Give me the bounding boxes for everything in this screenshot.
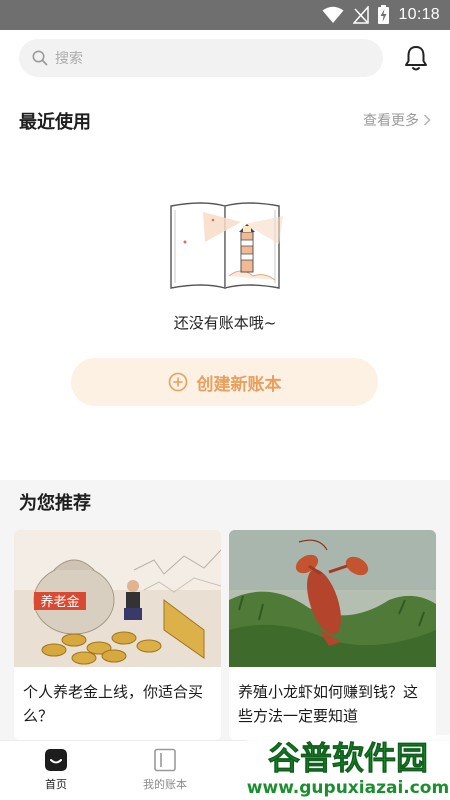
tab-home-label: 首页	[45, 778, 67, 791]
search-placeholder: 搜索	[55, 51, 83, 67]
status-bar: 10:18	[0, 0, 450, 30]
view-more-label: 查看更多	[363, 113, 419, 129]
recommend-title: 为您推荐	[19, 493, 91, 514]
recommend-card[interactable]: 养殖小龙虾如何赚到钱？这些方法一定要知道	[229, 530, 436, 740]
watermark-url: www.gupuxiazai.com	[247, 778, 449, 798]
recent-title: 最近使用	[19, 112, 91, 133]
image-caption-text: 养老金	[40, 594, 79, 610]
pension-coins-image: 养老金	[14, 530, 221, 667]
home-icon	[45, 749, 67, 771]
watermark-logo: 谷普软件园 www.gupuxiazai.com	[246, 735, 450, 800]
no-signal-icon	[353, 5, 370, 24]
tab-my-ledgers-label: 我的账本	[143, 778, 187, 791]
search-input[interactable]: 搜索	[19, 39, 383, 77]
wifi-icon	[322, 6, 344, 23]
create-ledger-label: 创建新账本	[196, 374, 282, 395]
bell-icon[interactable]	[403, 44, 429, 72]
card-caption: 个人养老金上线，你适合买么？	[23, 683, 204, 725]
empty-book-illustration	[170, 202, 283, 289]
recommend-card[interactable]: 养老金 个人养老金上线，你适合买么？	[14, 530, 221, 740]
ledger-icon	[154, 748, 176, 772]
plus-circle-icon	[168, 372, 187, 392]
battery-charging-icon	[378, 5, 390, 24]
status-time: 10:18	[398, 5, 440, 23]
empty-state-message: 还没有账本哦~	[173, 314, 277, 332]
tab-home[interactable]: 首页	[0, 741, 112, 800]
watermark-title: 谷普软件园	[268, 739, 428, 777]
create-ledger-button[interactable]: 创建新账本	[71, 358, 378, 406]
chevron-right-icon	[423, 114, 431, 126]
crayfish-image	[229, 530, 436, 667]
tab-my-ledgers[interactable]: 我的账本	[109, 741, 221, 800]
view-more-link[interactable]: 查看更多	[363, 110, 431, 130]
search-icon	[32, 50, 48, 66]
card-caption: 养殖小龙虾如何赚到钱？这些方法一定要知道	[238, 683, 419, 725]
